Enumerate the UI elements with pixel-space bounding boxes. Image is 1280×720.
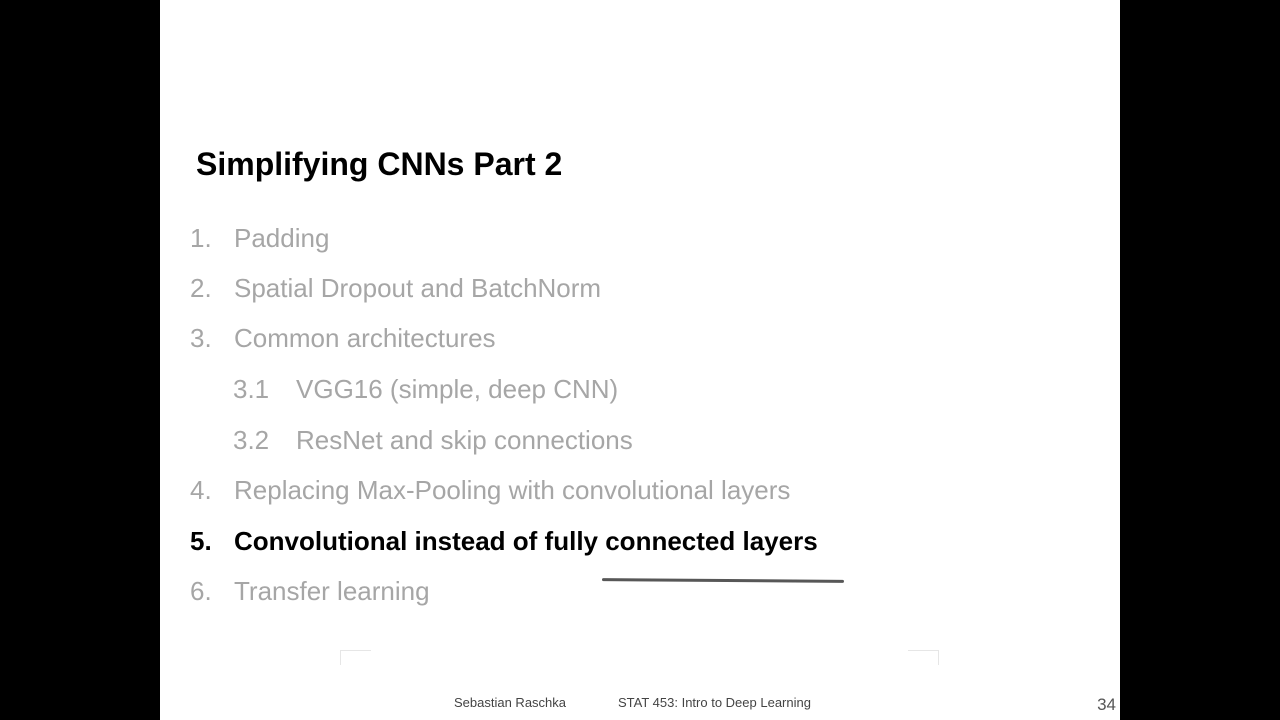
outline-label: Convolutional instead of fully connected… xyxy=(234,526,818,556)
footer-course: STAT 453: Intro to Deep Learning xyxy=(618,695,811,710)
outline-number: 4. xyxy=(190,475,212,505)
outline-number: 3. xyxy=(190,323,212,353)
outline-number: 6. xyxy=(190,576,212,606)
outline-label: VGG16 (simple, deep CNN) xyxy=(296,374,619,404)
handwritten-underline xyxy=(601,578,845,583)
footer-guide-left xyxy=(340,650,371,665)
slide: Simplifying CNNs Part 2 1. Padding 2. Sp… xyxy=(160,0,1120,720)
outline-label: Spatial Dropout and BatchNorm xyxy=(234,273,602,303)
outline-number: 1. xyxy=(190,223,212,253)
outline-label: Common architectures xyxy=(234,323,496,353)
page-number: 34 xyxy=(1097,695,1116,714)
footer-guide-right xyxy=(908,650,939,665)
outline-label: Padding xyxy=(234,223,330,253)
outline-label: ResNet and skip connections xyxy=(296,425,633,455)
footer-author: Sebastian Raschka xyxy=(454,695,567,710)
outline-number: 5. xyxy=(190,526,212,556)
outline-label: Transfer learning xyxy=(234,576,430,606)
outline-number: 2. xyxy=(190,273,212,303)
slide-title: Simplifying CNNs Part 2 xyxy=(196,146,563,182)
outline-label: Replacing Max-Pooling with convolutional… xyxy=(234,475,791,505)
outline-number: 3.2 xyxy=(233,425,270,455)
outline-number: 3.1 xyxy=(233,374,270,404)
